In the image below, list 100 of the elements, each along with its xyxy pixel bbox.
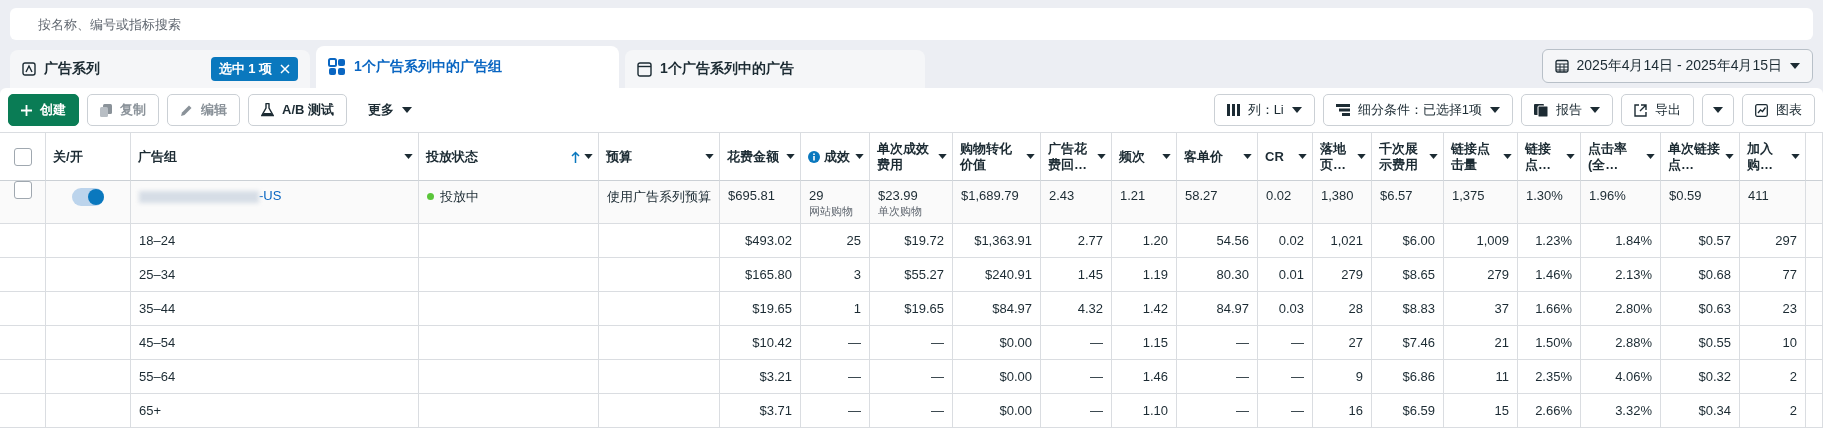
- table-cell: 77: [1782, 267, 1797, 282]
- table-cell: 1.66%: [1535, 301, 1572, 316]
- tab[interactable]: 广告系列 选中 1 项: [10, 50, 310, 88]
- table-cell: 297: [1775, 233, 1797, 248]
- caret-icon: [1291, 107, 1302, 113]
- table-cell: 3.32%: [1615, 403, 1652, 418]
- table-cell: 1.20: [1142, 233, 1168, 248]
- ad-set-link[interactable]: -US: [259, 188, 282, 203]
- caret-icon: [786, 154, 795, 159]
- caret-icon: [1713, 107, 1723, 113]
- table-cell: —: [848, 403, 861, 418]
- table-cell: 411: [1748, 188, 1769, 203]
- caret-icon: [1298, 154, 1307, 159]
- table-cell: $6.59: [1402, 403, 1435, 418]
- table-cell: 84.97: [1216, 301, 1249, 316]
- table-cell: —: [1090, 369, 1103, 384]
- table-cell: 1.10: [1142, 403, 1168, 418]
- table-cell: 1.21: [1120, 188, 1146, 203]
- caret-icon: [705, 154, 714, 159]
- table-cell: —: [1236, 369, 1249, 384]
- table-cell: 37: [1494, 301, 1509, 316]
- table-cell: 1.96%: [1589, 188, 1626, 203]
- table-cell: 2.77: [1077, 233, 1103, 248]
- select-all-checkbox[interactable]: [13, 147, 32, 166]
- pencil-icon: [180, 103, 193, 117]
- table-cell: 2.88%: [1615, 335, 1652, 350]
- table-cell: $0.00: [999, 335, 1032, 350]
- table-cell: —: [848, 335, 861, 350]
- toolbar-button[interactable]: 创建: [8, 94, 79, 126]
- age-range-label: 25–34: [139, 267, 176, 282]
- age-range-label: 18–24: [139, 233, 176, 248]
- table-cell: $0.59: [1669, 188, 1702, 203]
- badge-text: 选中 1 项: [218, 60, 272, 78]
- search-field[interactable]: 按名称、编号或指标搜索: [10, 8, 1813, 40]
- table-cell: 0.03: [1278, 301, 1304, 316]
- table-cell: —: [1291, 335, 1304, 350]
- tab[interactable]: 1个广告系列中的广告组: [316, 46, 619, 88]
- table-cell: $0.00: [999, 369, 1032, 384]
- table-cell: 2.13%: [1615, 267, 1652, 282]
- table-cell: 1.23%: [1535, 233, 1572, 248]
- toolbar-button[interactable]: A/B 测试: [248, 94, 347, 126]
- table-cell: $6.00: [1402, 233, 1435, 248]
- table-cell: 2.35%: [1535, 369, 1572, 384]
- toggle-switch[interactable]: [72, 188, 104, 206]
- selection-badge[interactable]: 选中 1 项: [210, 57, 298, 81]
- table-cell: 29: [809, 188, 824, 203]
- tab[interactable]: 1个广告系列中的广告: [625, 50, 925, 88]
- campaign-icon: [22, 62, 36, 76]
- table-cell: 2.80%: [1615, 301, 1652, 316]
- caret-icon: [1503, 154, 1512, 159]
- table-cell: 9: [1355, 369, 1363, 384]
- table-cell: $0.34: [1698, 403, 1731, 418]
- caret-icon: [1026, 154, 1035, 159]
- table-cell: 21: [1494, 335, 1509, 350]
- table-cell: —: [931, 369, 944, 384]
- table-cell: —: [1291, 403, 1304, 418]
- table-cell: $6.86: [1402, 369, 1435, 384]
- toolbar-button[interactable]: [1702, 94, 1734, 126]
- line-chart-icon: [1755, 103, 1768, 117]
- table-cell: 1.42: [1142, 301, 1168, 316]
- table-cell: 3: [853, 267, 861, 282]
- date-range-button[interactable]: 2025年4月14日 - 2025年4月15日: [1541, 49, 1813, 83]
- table-cell: —: [848, 369, 861, 384]
- table-cell: 279: [1341, 267, 1363, 282]
- info-icon: [808, 150, 820, 163]
- close-icon[interactable]: [280, 64, 290, 74]
- table-cell: —: [1236, 335, 1249, 350]
- table-cell: $19.72: [904, 233, 944, 248]
- table-cell: 1.30%: [1526, 188, 1563, 203]
- table-cell: —: [1291, 369, 1304, 384]
- caret-icon: [1097, 154, 1106, 159]
- table-cell: —: [931, 335, 944, 350]
- tab-label: 广告系列: [44, 60, 101, 78]
- caret-icon: [938, 154, 947, 159]
- toolbar-button[interactable]: 导出: [1621, 94, 1694, 126]
- plus-icon: [21, 104, 32, 116]
- empty-cell: [0, 258, 46, 292]
- table-cell: 80.30: [1216, 267, 1249, 282]
- result-type-label: 网站购物: [809, 204, 853, 219]
- caret-icon: [1725, 154, 1734, 159]
- table-cell: $3.21: [759, 369, 792, 384]
- toolbar-button[interactable]: 细分条件：已选择1项: [1322, 94, 1513, 126]
- table-cell: $695.81: [728, 188, 775, 203]
- table-cell: $0.00: [999, 403, 1032, 418]
- table-cell: $1,363.91: [974, 233, 1032, 248]
- table-cell: $3.71: [759, 403, 792, 418]
- table-cell: 27: [1348, 335, 1363, 350]
- table-cell: 1,021: [1330, 233, 1363, 248]
- status-text: 投放中: [440, 188, 479, 206]
- row-checkbox[interactable]: [13, 181, 32, 199]
- table-cell: $0.57: [1698, 233, 1731, 248]
- table-cell: 1,375: [1452, 188, 1485, 203]
- toolbar-button[interactable]: 图表: [1742, 94, 1815, 126]
- table-cell: $0.63: [1698, 301, 1731, 316]
- caret-icon: [1243, 154, 1252, 159]
- report-icon: [1534, 103, 1548, 117]
- toolbar-button[interactable]: 报告: [1521, 94, 1613, 126]
- table-cell: $19.65: [752, 301, 792, 316]
- toolbar-button[interactable]: 列：Li: [1213, 94, 1315, 126]
- table-cell: 2.66%: [1535, 403, 1572, 418]
